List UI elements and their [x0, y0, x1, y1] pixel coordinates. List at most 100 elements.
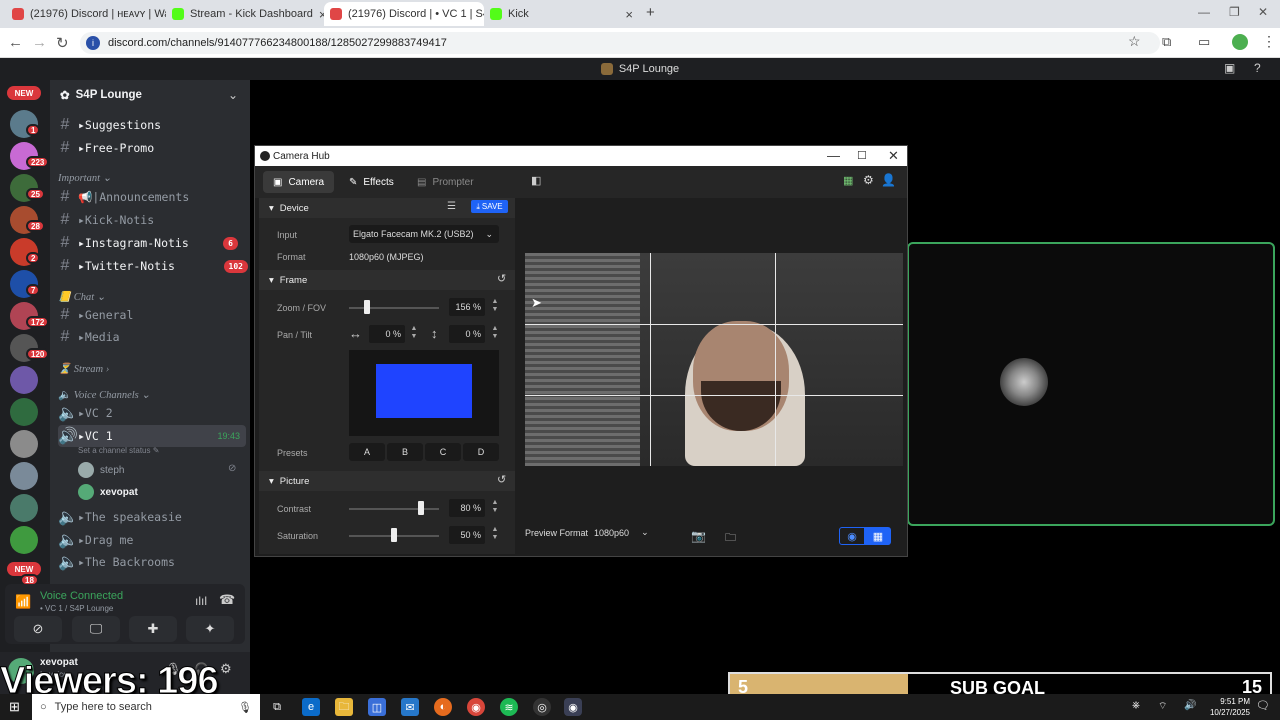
input-device-select[interactable]: Elgato Facecam MK.2 (USB2) ⌄	[349, 225, 499, 243]
mail-icon[interactable]: ✉	[401, 698, 419, 716]
category-chat[interactable]: 📒 Chat ⌄	[58, 290, 106, 303]
screenshot-icon[interactable]: 📷	[691, 529, 706, 543]
preview-format-select[interactable]: 1080p60 ⌄	[594, 527, 649, 538]
profile-avatar[interactable]	[1232, 34, 1248, 50]
camera-preview[interactable]	[525, 253, 903, 466]
camera-off-button[interactable]: ⊘	[14, 616, 62, 642]
contrast-value-field[interactable]: 80 %	[449, 499, 485, 517]
minimize-icon[interactable]: —	[827, 148, 840, 163]
address-bar[interactable]: i discord.com/channels/91407776623480018…	[80, 32, 1160, 54]
windows-start-icon[interactable]: ⊞	[9, 699, 20, 715]
voice-location[interactable]: • VC 1 / S4P Lounge	[40, 604, 113, 613]
maximize-icon[interactable]: ☐	[857, 149, 867, 162]
preset-b-button[interactable]: B	[387, 443, 423, 461]
volume-icon[interactable]: 🔊	[1184, 700, 1196, 711]
save-button[interactable]: ⤓ SAVE	[471, 200, 508, 213]
voice-channel[interactable]: 🔈 ▸The Backrooms	[58, 551, 248, 573]
tab-effects[interactable]: ✎ Effects	[339, 171, 404, 193]
browser-tab[interactable]: Stream - Kick Dashboard ×	[166, 2, 324, 26]
store-icon[interactable]: ◫	[368, 698, 386, 716]
server-icon[interactable]	[10, 526, 38, 554]
notification-icon[interactable]: 🗨	[1256, 699, 1270, 712]
tilt-stepper[interactable]: ▲ ▼	[490, 325, 500, 341]
preset-a-button[interactable]: A	[349, 443, 385, 461]
close-window-icon[interactable]: ✕	[1258, 5, 1268, 19]
saturation-stepper[interactable]: ▲ ▼	[490, 526, 500, 542]
tab-prompter[interactable]: ▤ Prompter	[407, 171, 484, 193]
system-clock[interactable]: 9:51 PM 10/27/2025	[1210, 696, 1250, 718]
zoom-slider-track[interactable]	[349, 307, 439, 309]
zoom-value-field[interactable]: 156 %	[449, 298, 485, 316]
bookmark-star-icon[interactable]: ☆	[1128, 33, 1141, 50]
channel-twitter-notis[interactable]: # ▸Twitter-Notis 102	[58, 255, 248, 277]
framing-region[interactable]	[376, 364, 472, 418]
cast-icon[interactable]: ▭	[1198, 34, 1210, 50]
reset-icon[interactable]: ↺	[497, 473, 506, 486]
eye-icon[interactable]: ◉	[839, 527, 865, 545]
reset-icon[interactable]: ↺	[497, 272, 506, 285]
server-icon[interactable]	[10, 494, 38, 522]
category-stream[interactable]: ⏳ Stream ›	[58, 362, 109, 375]
site-info-icon[interactable]: i	[86, 36, 100, 50]
browser-tab-active[interactable]: (21976) Discord | • VC 1 | S4P L ×	[324, 2, 484, 26]
inbox-icon[interactable]: ▣	[1224, 61, 1235, 75]
pan-value-field[interactable]: 0 %	[369, 325, 405, 343]
adjust-icon[interactable]: ☰	[447, 201, 456, 212]
activities-button[interactable]: ✚	[129, 616, 177, 642]
zoom-slider-thumb[interactable]	[364, 300, 370, 314]
video-stage-tile[interactable]	[907, 242, 1275, 526]
vc-user[interactable]: xevopat	[78, 484, 138, 500]
restore-icon[interactable]: ❐	[1229, 5, 1240, 19]
chrome-icon[interactable]: ◉	[467, 698, 485, 716]
tab-camera[interactable]: ▣ Camera	[263, 171, 335, 193]
disconnect-icon[interactable]: ☎	[219, 592, 235, 608]
help-icon[interactable]: ?	[1254, 61, 1261, 75]
gear-icon[interactable]: ⚙	[863, 173, 874, 187]
new-tab-button[interactable]: +	[646, 4, 655, 21]
preset-d-button[interactable]: D	[463, 443, 499, 461]
back-icon[interactable]: ←	[8, 34, 23, 51]
reload-icon[interactable]: ↻	[56, 34, 69, 52]
saturation-value-field[interactable]: 50 %	[449, 526, 485, 544]
extensions-icon[interactable]: ⧉	[1162, 34, 1171, 50]
sidebar-toggle-icon[interactable]: ◧	[531, 174, 541, 187]
file-explorer-icon[interactable]: 🗀	[335, 698, 353, 716]
account-icon[interactable]: 👤	[881, 173, 896, 187]
browser-tab[interactable]: Kick ×	[484, 2, 639, 26]
folder-icon[interactable]: 🗀	[725, 529, 736, 548]
channel-general[interactable]: # ▸General	[58, 304, 248, 326]
preset-c-button[interactable]: C	[425, 443, 461, 461]
channel-free-promo[interactable]: # ▸Free-Promo	[58, 137, 248, 159]
contrast-slider-track[interactable]	[349, 508, 439, 510]
server-icon[interactable]	[10, 398, 38, 426]
taskbar-search[interactable]: ○ Type here to search 🎙	[32, 694, 260, 720]
voice-channel[interactable]: 🔈 ▸Drag me	[58, 529, 248, 551]
server-icon[interactable]	[10, 430, 38, 458]
zoom-stepper[interactable]: ▲ ▼	[490, 298, 500, 314]
chevron-down-icon[interactable]: ⌄	[228, 88, 238, 102]
channel-kick-notis[interactable]: # ▸Kick-Notis	[58, 209, 248, 231]
wifi-icon[interactable]: ⌔	[1158, 700, 1167, 713]
gear-icon[interactable]: ⚙	[220, 661, 232, 677]
noise-suppression-icon[interactable]: ılıl	[195, 594, 207, 608]
screen-share-button[interactable]: 🖵	[72, 616, 120, 642]
contrast-slider-thumb[interactable]	[418, 501, 424, 515]
category-important[interactable]: Important ⌄	[58, 172, 111, 184]
channel-media[interactable]: # ▸Media	[58, 326, 248, 348]
effects-grid-icon[interactable]: ▦	[843, 174, 853, 187]
vc-user[interactable]: steph	[78, 462, 124, 478]
forward-icon[interactable]: →	[32, 34, 47, 51]
contrast-stepper[interactable]: ▲ ▼	[490, 499, 500, 515]
voice-channel-vc1[interactable]: 🔊 ▸VC 1 19:43	[58, 425, 246, 447]
close-tab-icon[interactable]: ×	[625, 7, 633, 22]
channel-suggestions[interactable]: # ▸Suggestions	[58, 114, 248, 136]
tilt-value-field[interactable]: 0 %	[449, 325, 485, 343]
menu-kebab-icon[interactable]: ⋮	[1262, 33, 1276, 50]
network-icon[interactable]: ⎈	[1132, 700, 1140, 711]
category-voice[interactable]: 🔈 Voice Channels ⌄	[58, 388, 150, 401]
channel-status-hint[interactable]: Set a channel status ✎	[78, 446, 159, 455]
soundboard-button[interactable]: ✦	[186, 616, 234, 642]
server-header[interactable]: ✿ S4P Lounge	[60, 88, 240, 102]
voice-channel-vc2[interactable]: 🔈 ▸VC 2	[58, 402, 248, 424]
channel-instagram-notis[interactable]: # ▸Instagram-Notis 6	[58, 232, 248, 254]
